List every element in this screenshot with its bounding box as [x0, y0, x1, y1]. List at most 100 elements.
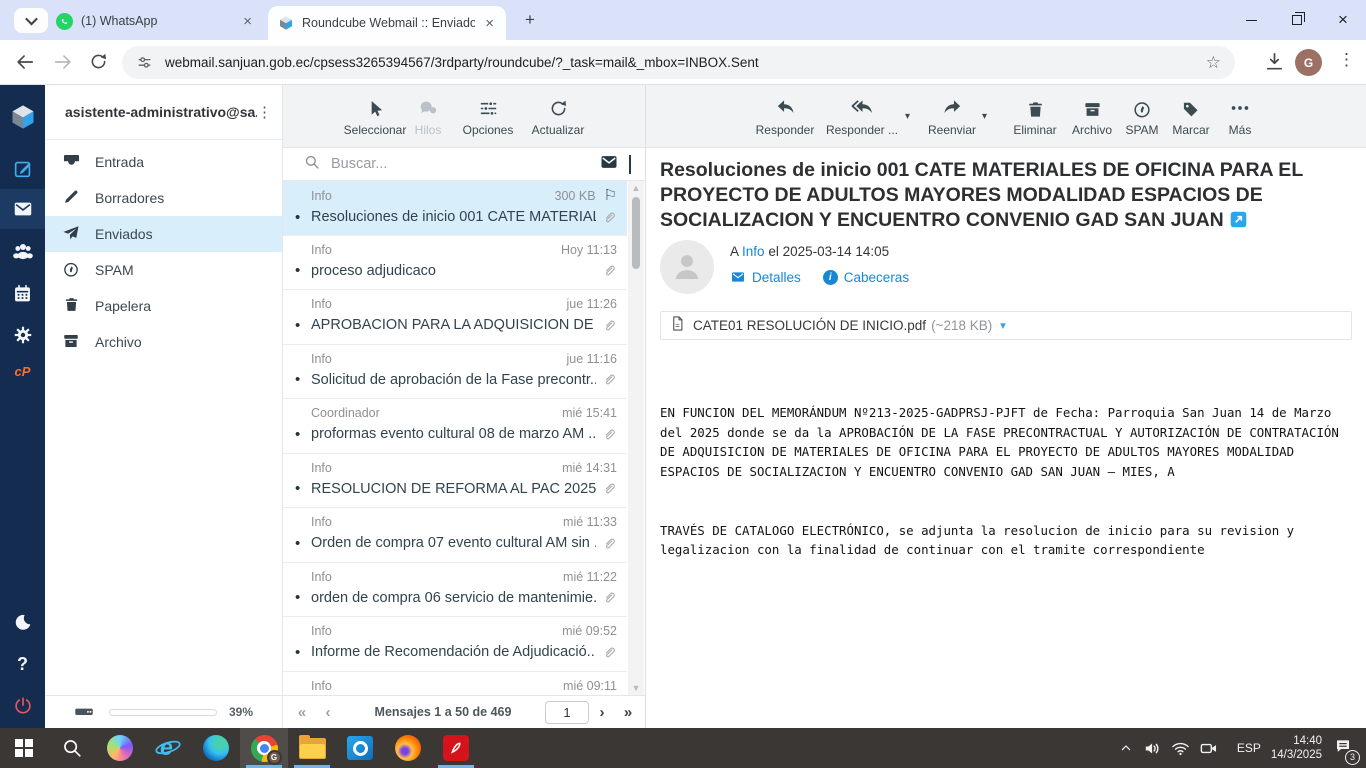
refresh-button[interactable]: Actualizar	[518, 93, 598, 137]
sidebar-item-enviados[interactable]: Enviados	[45, 216, 282, 252]
sender-avatar	[660, 240, 714, 294]
sidebar-item-archivo[interactable]: Archivo	[45, 324, 282, 360]
message-date: jue 11:26	[566, 297, 617, 311]
unread-dot: •	[295, 589, 300, 606]
last-page-button[interactable]: »	[615, 704, 641, 721]
start-button[interactable]	[0, 728, 48, 768]
attachment-name[interactable]: CATE01 RESOLUCIÓN DE INICIO.pdf	[693, 318, 926, 333]
downloads-button[interactable]	[1263, 50, 1286, 78]
list-item[interactable]: Infomié 09:52 •Informe de Recomendación …	[283, 617, 627, 672]
tray-expand-button[interactable]	[1118, 740, 1134, 756]
prev-page-button[interactable]: ‹	[315, 704, 341, 721]
meet-now-button[interactable]	[1199, 739, 1218, 758]
site-settings-icon[interactable]	[136, 54, 153, 71]
sidebar-item-entrada[interactable]: Entrada	[45, 144, 282, 180]
contacts-icon	[11, 239, 35, 263]
list-item[interactable]: Infojue 11:16 •Solicitud de aprobación d…	[283, 345, 627, 400]
reply-all-icon	[822, 93, 902, 119]
forward-icon	[52, 51, 74, 73]
download-icon	[1263, 50, 1286, 73]
taskbar-search-button[interactable]	[48, 728, 96, 768]
search-input[interactable]	[331, 156, 599, 172]
notifications-button[interactable]: 3	[1334, 737, 1352, 760]
taskbar-explorer-button[interactable]	[288, 728, 336, 768]
options-button[interactable]: Opciones	[452, 93, 524, 137]
profile-avatar[interactable]: G	[1295, 49, 1322, 76]
taskbar-chrome-button[interactable]: G	[240, 728, 288, 768]
bookmark-star-icon[interactable]: ☆	[1206, 53, 1221, 73]
taskbar-edge-button[interactable]	[192, 728, 240, 768]
attachment-bar[interactable]: CATE01 RESOLUCIÓN DE INICIO.pdf (~218 KB…	[660, 311, 1352, 340]
scroll-up-arrow[interactable]: ▲	[628, 181, 644, 195]
account-menu-button[interactable]: ⋮	[257, 103, 272, 121]
taskbar-acrobat-button[interactable]	[432, 728, 480, 768]
search-scope-envelope-icon[interactable]	[599, 152, 619, 177]
page-number-input[interactable]	[545, 701, 589, 724]
language-indicator[interactable]: ESP	[1237, 741, 1261, 755]
headers-button[interactable]: i Cabeceras	[823, 270, 909, 285]
taskbar-outlook-button[interactable]	[336, 728, 384, 768]
taskbar-copilot-button[interactable]	[96, 728, 144, 768]
dark-mode-button[interactable]	[0, 602, 45, 642]
list-item[interactable]: Infomié 11:22 •orden de compra 06 servic…	[283, 563, 627, 618]
next-page-button[interactable]: ›	[589, 704, 615, 721]
list-item[interactable]: InfoHoy 11:13 •proceso adjudicaco	[283, 236, 627, 291]
list-item[interactable]: Coordinadormié 15:41 •proformas evento c…	[283, 399, 627, 454]
list-item[interactable]: Infomié 11:33 •Orden de compra 07 evento…	[283, 508, 627, 563]
reload-button[interactable]	[88, 51, 110, 73]
back-button[interactable]	[14, 51, 36, 73]
compose-button[interactable]	[0, 149, 45, 189]
more-button[interactable]: Más	[1200, 93, 1280, 137]
settings-nav-button[interactable]	[0, 315, 45, 355]
list-item[interactable]: Infojue 11:26 •APROBACION PARA LA ADQUIS…	[283, 290, 627, 345]
tab-roundcube[interactable]: Roundcube Webmail :: Enviados ×	[268, 6, 506, 40]
tab-search-button[interactable]	[14, 8, 48, 33]
cpanel-button[interactable]: cP	[0, 351, 45, 391]
sidebar-item-papelera[interactable]: Papelera	[45, 288, 282, 324]
tab-title: (1) WhatsApp	[81, 14, 233, 28]
list-item[interactable]: Infomié 09:11	[283, 672, 627, 696]
close-window-button[interactable]: ×	[1320, 0, 1366, 40]
folder-label: SPAM	[95, 262, 134, 278]
taskbar-ie-button[interactable]: e	[144, 728, 192, 768]
clock[interactable]: 14:40 14/3/2025	[1271, 734, 1322, 762]
calendar-nav-button[interactable]	[0, 273, 45, 313]
forward-message-button[interactable]: Reenviar	[912, 93, 992, 137]
sidebar-item-borradores[interactable]: Borradores	[45, 180, 282, 216]
reply-button[interactable]: Responder	[745, 93, 825, 137]
search-options-chevron[interactable]	[629, 155, 631, 173]
list-scrollbar[interactable]: ▲ ▼	[628, 181, 644, 695]
list-item[interactable]: Info300 KB⚐ •Resoluciones de inicio 001 …	[283, 181, 627, 236]
mail-nav-button[interactable]	[0, 189, 45, 229]
search-icon	[61, 737, 83, 759]
volume-button[interactable]	[1143, 739, 1162, 758]
recipient-link[interactable]: Info	[742, 244, 765, 259]
wifi-button[interactable]	[1171, 739, 1190, 758]
sidebar-item-spam[interactable]: SPAM	[45, 252, 282, 288]
reply-all-button[interactable]: Responder ...	[822, 93, 902, 137]
restore-button[interactable]	[1274, 0, 1320, 40]
tab-whatsapp[interactable]: (1) WhatsApp ×	[46, 7, 264, 35]
list-item[interactable]: Infomié 14:31 •RESOLUCION DE REFORMA AL …	[283, 454, 627, 509]
attachment-menu-caret[interactable]: ▾	[1000, 319, 1006, 332]
flag-icon[interactable]: ⚐	[604, 188, 617, 203]
threads-button[interactable]: Hilos	[396, 93, 460, 137]
logout-button[interactable]	[0, 686, 45, 726]
forward-caret[interactable]: ▾	[982, 111, 987, 122]
new-tab-button[interactable]: +	[520, 10, 540, 30]
forward-button[interactable]	[52, 51, 74, 73]
minimize-button[interactable]	[1228, 0, 1274, 40]
close-icon[interactable]: ×	[483, 16, 496, 31]
details-button[interactable]: Detalles	[730, 269, 801, 285]
scrollbar-thumb[interactable]	[632, 197, 640, 269]
close-icon[interactable]: ×	[241, 14, 254, 29]
reply-all-caret[interactable]: ▾	[905, 111, 910, 122]
help-button[interactable]: ?	[0, 644, 45, 684]
address-bar[interactable]: webmail.sanjuan.gob.ec/cpsess3265394567/…	[122, 46, 1235, 79]
taskbar-firefox-button[interactable]	[384, 728, 432, 768]
scroll-down-arrow[interactable]: ▼	[628, 681, 644, 695]
contacts-nav-button[interactable]	[0, 231, 45, 271]
first-page-button[interactable]: «	[289, 704, 315, 721]
browser-menu-button[interactable]: ⋮	[1338, 50, 1355, 70]
open-external-icon[interactable]	[1230, 211, 1247, 228]
